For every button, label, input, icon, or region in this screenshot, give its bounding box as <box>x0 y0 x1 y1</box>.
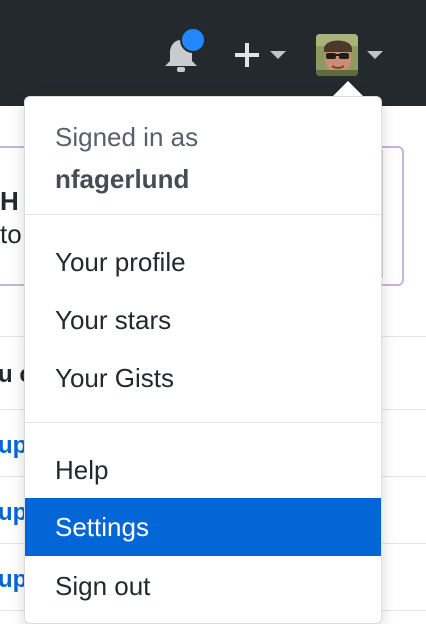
plus-icon <box>235 43 259 67</box>
menu-item-your-profile[interactable]: Your profile <box>25 233 381 291</box>
background-card-heading: H <box>0 186 19 216</box>
user-menu-button[interactable] <box>316 34 386 78</box>
create-new-button[interactable] <box>232 38 290 72</box>
menu-item-label: Help <box>55 455 109 485</box>
username: nfagerlund <box>55 164 190 194</box>
menu-item-your-stars[interactable]: Your stars <box>25 291 381 349</box>
signed-in-label: Signed in as <box>55 122 199 152</box>
menu-item-sign-out[interactable]: Sign out <box>25 557 381 615</box>
menu-divider <box>25 214 381 215</box>
menu-item-your-gists[interactable]: Your Gists <box>25 349 381 407</box>
menu-item-settings[interactable]: Settings <box>25 498 381 556</box>
menu-item-label: Your profile <box>55 247 186 277</box>
avatar <box>316 34 358 76</box>
menu-item-help[interactable]: Help <box>25 441 381 499</box>
menu-item-label: Settings <box>55 512 149 542</box>
unread-notification-dot <box>180 27 206 53</box>
menu-item-label: Your stars <box>55 305 172 335</box>
chevron-down-icon <box>270 51 286 59</box>
user-dropdown-menu: Signed in as nfagerlund Your profile You… <box>24 96 382 624</box>
user-photo <box>316 34 358 76</box>
background-card-text: to <box>0 219 22 249</box>
menu-item-label: Your Gists <box>55 363 174 393</box>
chevron-down-icon <box>367 51 383 59</box>
menu-item-label: Sign out <box>55 571 151 601</box>
menu-divider <box>25 422 381 423</box>
dropdown-caret <box>333 81 363 96</box>
